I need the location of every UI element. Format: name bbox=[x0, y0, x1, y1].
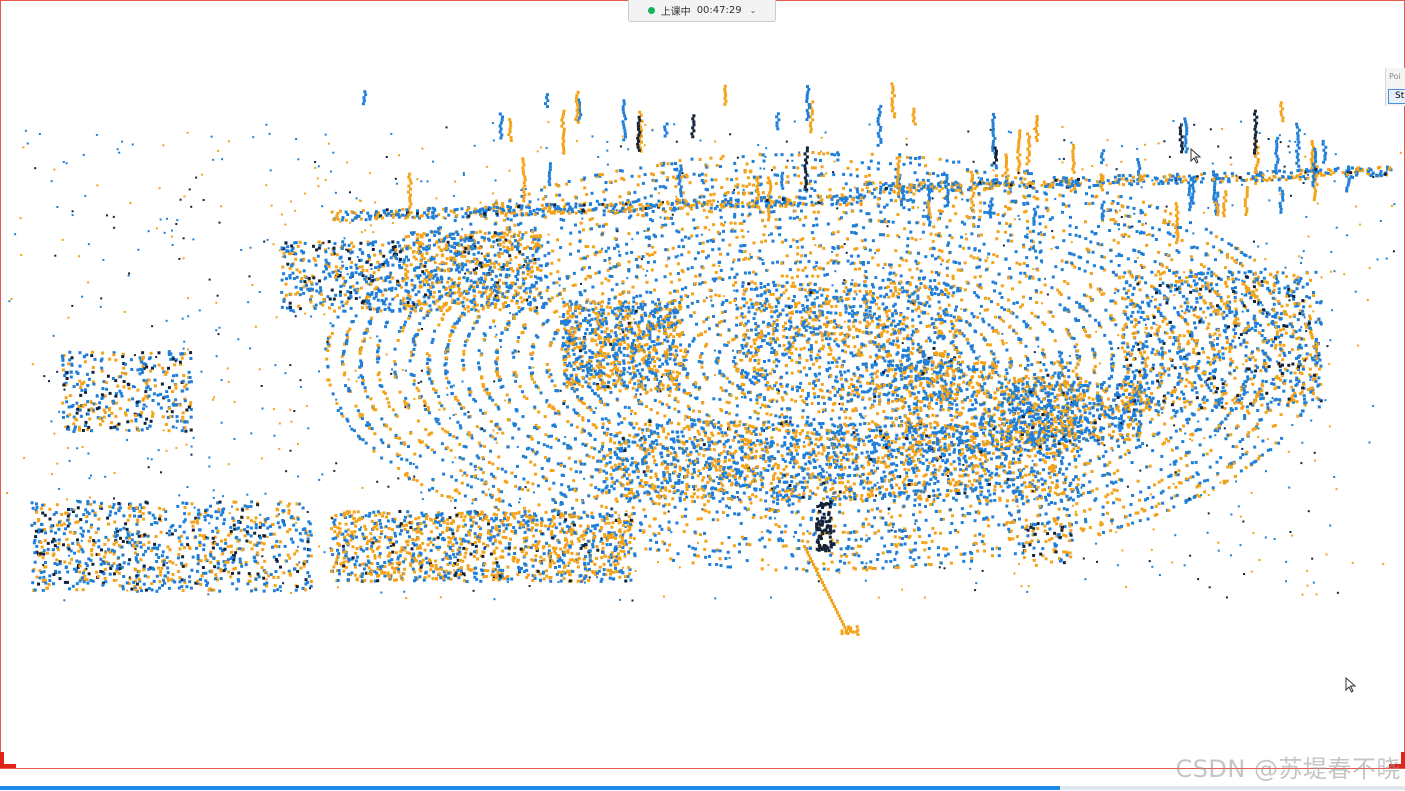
screen-share-frame bbox=[0, 0, 1405, 769]
record-dot-icon bbox=[647, 7, 655, 14]
arrow-cursor-icon bbox=[1345, 677, 1357, 693]
frame-corner bbox=[1401, 752, 1405, 768]
chevron-down-icon[interactable]: ⌄ bbox=[750, 6, 757, 15]
frame-corner bbox=[0, 752, 4, 768]
arrow-cursor-icon bbox=[1190, 148, 1202, 164]
status-label: 上课中 bbox=[660, 7, 691, 18]
side-panel-title: Poi bbox=[1389, 72, 1401, 81]
side-panel: Poi St bbox=[1385, 68, 1405, 106]
side-panel-button[interactable]: St bbox=[1388, 89, 1405, 104]
status-timer: 00:47:29 bbox=[696, 5, 742, 16]
class-status-pill[interactable]: 上课中 00:47:29 ⌄ bbox=[628, 0, 776, 22]
watermark: CSDN @苏堤春不晓 bbox=[1175, 755, 1401, 783]
progress-bar bbox=[0, 786, 1060, 790]
progress-bar-track bbox=[1060, 786, 1405, 790]
